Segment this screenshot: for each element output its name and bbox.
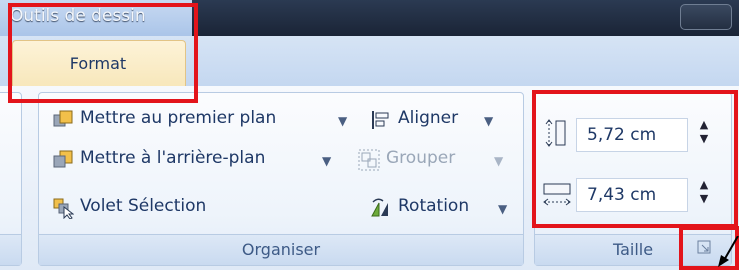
chevron-down-icon: ▼	[322, 154, 332, 168]
window-control-button[interactable]	[680, 4, 732, 30]
align-button[interactable]: Aligner ▼	[370, 108, 500, 134]
highlight-tab-format	[8, 3, 198, 103]
group-organiser-label: Organiser	[241, 240, 321, 259]
selection-pane-button[interactable]: Volet Sélection	[52, 196, 252, 222]
previous-group-footer	[0, 234, 21, 265]
previous-group	[0, 92, 22, 266]
chevron-down-icon: ▼	[484, 114, 494, 128]
bring-forward-button[interactable]: Mettre au premier plan ▼	[52, 108, 352, 134]
pointer-arrow-icon	[718, 236, 739, 267]
align-icon	[372, 111, 389, 129]
selection-pane-icon	[53, 198, 74, 219]
selection-pane-label: Volet Sélection	[80, 196, 207, 216]
chevron-down-icon: ▼	[498, 202, 508, 216]
send-backward-icon	[53, 150, 73, 168]
group-organiser-footer: Organiser	[39, 234, 523, 265]
send-backward-button[interactable]: Mettre à l'arrière-plan ▼	[52, 148, 338, 174]
group-objects-icon	[358, 149, 380, 171]
rotate-button[interactable]: Rotation ▼	[370, 196, 510, 222]
chevron-down-icon: ▼	[494, 154, 504, 168]
group-button[interactable]: Grouper ▼	[358, 148, 508, 174]
rotate-icon	[371, 198, 388, 217]
group-label: Grouper	[386, 148, 456, 168]
rotate-label: Rotation	[398, 196, 470, 216]
bring-forward-label: Mettre au premier plan	[80, 108, 277, 128]
bring-forward-icon	[53, 110, 73, 127]
highlight-size-fields	[532, 90, 738, 228]
send-backward-label: Mettre à l'arrière-plan	[80, 148, 266, 168]
chevron-down-icon: ▼	[338, 114, 348, 128]
align-label: Aligner	[398, 108, 459, 128]
